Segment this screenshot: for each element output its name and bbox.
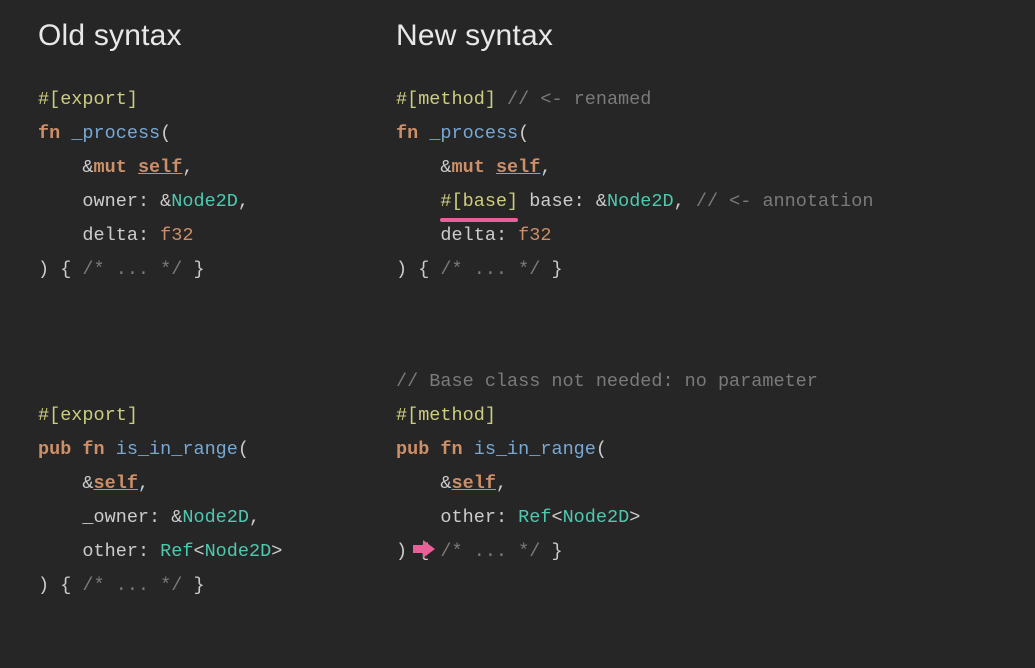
comma: ,: [238, 191, 249, 212]
type-ref: Ref: [160, 541, 193, 562]
kw-pub: pub: [396, 439, 429, 460]
type-f32: f32: [160, 225, 193, 246]
type-node2d: Node2D: [182, 507, 249, 528]
amp: &: [82, 157, 93, 178]
fn-name: _process: [429, 123, 518, 144]
colon: :: [496, 225, 507, 246]
attr-method: #[method]: [396, 405, 496, 426]
code-pre: // Base class not needed: no parameter #…: [396, 365, 1005, 569]
amp: &: [82, 473, 93, 494]
fn-name: is_in_range: [116, 439, 238, 460]
gt: >: [629, 507, 640, 528]
param-owner: owner: [82, 191, 138, 212]
close-brace: }: [193, 259, 204, 280]
new-code-block-2: // Base class not needed: no parameter #…: [396, 365, 1005, 569]
lt: <: [551, 507, 562, 528]
kw-self: self: [452, 473, 496, 494]
paren-open: (: [238, 439, 249, 460]
comment-annotation: // <- annotation: [696, 191, 874, 212]
fn-name: is_in_range: [474, 439, 596, 460]
kw-self: self: [496, 157, 540, 178]
old-syntax-column: Old syntax #[export] fn _process( &mut s…: [38, 15, 396, 603]
old-code-block-1: #[export] fn _process( &mut self, owner:…: [38, 83, 396, 287]
new-code-block-1: #[method] // <- renamed fn _process( &mu…: [396, 83, 1005, 287]
close: ) {: [396, 259, 429, 280]
comparison-container: Old syntax #[export] fn _process( &mut s…: [0, 0, 1035, 633]
body-comment: /* ... */: [440, 541, 540, 562]
type-node2d: Node2D: [205, 541, 272, 562]
gt: >: [271, 541, 282, 562]
old-syntax-heading: Old syntax: [38, 19, 396, 53]
paren-open: (: [518, 123, 529, 144]
comma: ,: [674, 191, 685, 212]
comma: ,: [138, 473, 149, 494]
close: ) {: [38, 259, 71, 280]
attr-base: #[base]: [440, 191, 518, 212]
kw-fn: fn: [396, 123, 418, 144]
param-base: base: [529, 191, 573, 212]
type-node2d: Node2D: [563, 507, 630, 528]
lt: <: [193, 541, 204, 562]
type-node2d: Node2D: [607, 191, 674, 212]
kw-fn: fn: [440, 439, 462, 460]
comment-no-param: // Base class not needed: no parameter: [396, 371, 818, 392]
paren-open: (: [160, 123, 171, 144]
paren-open: (: [596, 439, 607, 460]
colon: :: [574, 191, 585, 212]
amp: &: [440, 157, 451, 178]
type-f32: f32: [518, 225, 551, 246]
fn-name: _process: [71, 123, 160, 144]
colon: :: [138, 541, 149, 562]
code-pre: #[export] pub fn is_in_range( &self, _ow…: [38, 399, 396, 603]
amp: &: [160, 191, 171, 212]
close: ) {: [38, 575, 71, 596]
attr-export: #[export]: [38, 89, 138, 110]
old-code-block-2: #[export] pub fn is_in_range( &self, _ow…: [38, 399, 396, 603]
param-owner: _owner: [82, 507, 149, 528]
new-syntax-column: New syntax #[method] // <- renamed fn _p…: [396, 15, 1005, 603]
kw-fn: fn: [82, 439, 104, 460]
colon: :: [138, 191, 149, 212]
code-pre: #[export] fn _process( &mut self, owner:…: [38, 83, 396, 287]
param-other: other: [440, 507, 496, 528]
param-delta: delta: [82, 225, 138, 246]
comma: ,: [496, 473, 507, 494]
amp: &: [596, 191, 607, 212]
kw-fn: fn: [38, 123, 60, 144]
amp: &: [171, 507, 182, 528]
type-node2d: Node2D: [171, 191, 238, 212]
kw-mut: mut: [94, 157, 127, 178]
attr-export: #[export]: [38, 405, 138, 426]
comment-renamed: // <- renamed: [507, 89, 651, 110]
param-other: other: [82, 541, 138, 562]
close-brace: }: [551, 259, 562, 280]
kw-self: self: [94, 473, 138, 494]
body-comment: /* ... */: [440, 259, 540, 280]
type-ref: Ref: [518, 507, 551, 528]
comma: ,: [540, 157, 551, 178]
close-brace: }: [193, 575, 204, 596]
attr-method: #[method]: [396, 89, 496, 110]
amp: &: [440, 473, 451, 494]
new-syntax-heading: New syntax: [396, 19, 1005, 53]
comma: ,: [249, 507, 260, 528]
colon: :: [149, 507, 160, 528]
param-delta: delta: [440, 225, 496, 246]
kw-pub: pub: [38, 439, 71, 460]
colon: :: [138, 225, 149, 246]
arrow-icon: [413, 534, 435, 568]
body-comment: /* ... */: [82, 575, 182, 596]
comma: ,: [182, 157, 193, 178]
close-brace: }: [551, 541, 562, 562]
kw-self: self: [138, 157, 182, 178]
code-pre: #[method] // <- renamed fn _process( &mu…: [396, 83, 1005, 287]
colon: :: [496, 507, 507, 528]
kw-mut: mut: [452, 157, 485, 178]
body-comment: /* ... */: [82, 259, 182, 280]
